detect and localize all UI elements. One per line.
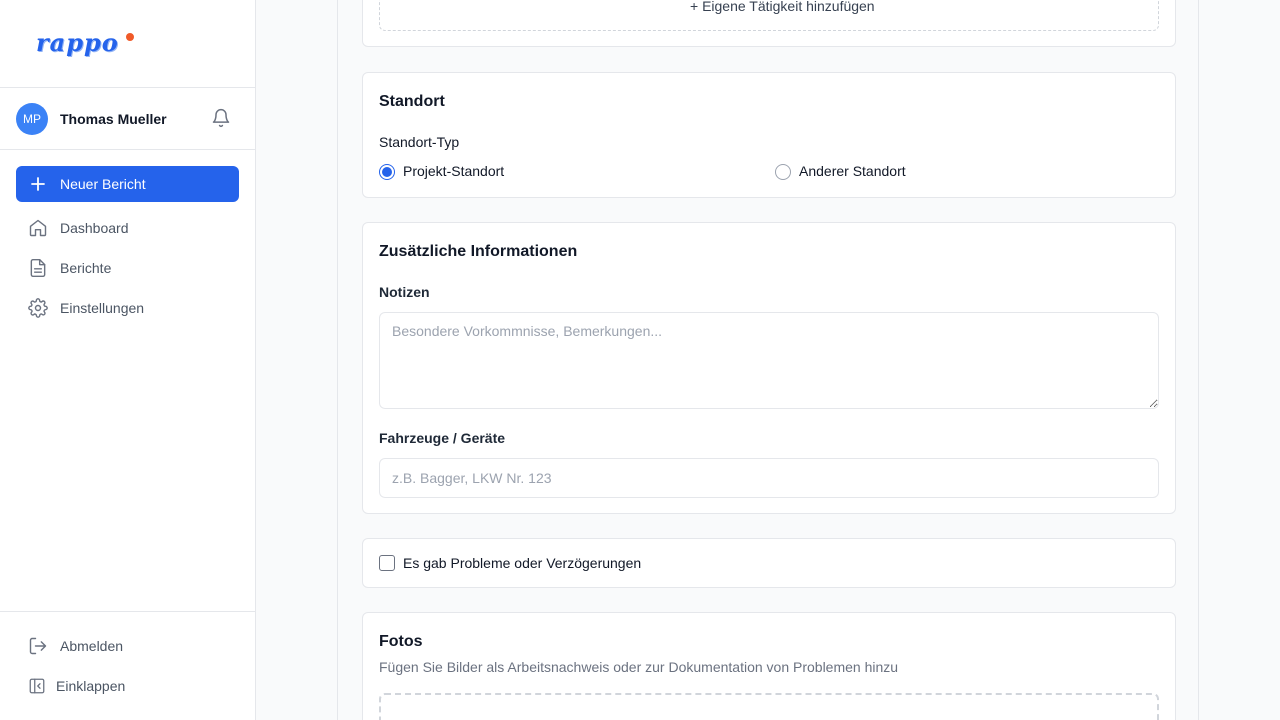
vehicles-input[interactable] <box>379 458 1159 498</box>
sidebar-item-dashboard[interactable]: Dashboard <box>28 216 129 240</box>
radio-other-location[interactable] <box>775 164 791 180</box>
add-custom-activity-label: + Eigene Tätigkeit hinzufügen <box>690 0 875 14</box>
sidebar-bottom <box>0 611 255 720</box>
problems-card: Es gab Probleme oder Verzögerungen <box>362 538 1176 588</box>
sidebar-item-label: Berichte <box>60 260 112 276</box>
logout-label: Abmelden <box>60 638 124 654</box>
collapse-icon <box>29 678 45 694</box>
user-profile: MP Thomas Mueller <box>0 88 255 150</box>
logout-icon <box>29 637 47 655</box>
notes-textarea[interactable] <box>379 312 1159 409</box>
sidebar-item-settings[interactable]: Einstellungen <box>28 296 144 320</box>
photos-title: Fotos <box>379 633 423 650</box>
vehicles-label: Fahrzeuge / Geräte <box>379 430 506 446</box>
add-custom-activity-button[interactable]: + Eigene Tätigkeit hinzufügen <box>379 0 1159 31</box>
user-name: Thomas Mueller <box>60 110 167 127</box>
bell-icon[interactable] <box>211 108 231 128</box>
brand-logo-dot <box>126 33 134 41</box>
problems-label[interactable]: Es gab Probleme oder Verzögerungen <box>403 555 641 571</box>
photos-description: Fügen Sie Bilder als Arbeitsnachweis ode… <box>379 659 899 675</box>
notes-label: Notizen <box>379 284 430 300</box>
brand-logo[interactable]: rappo <box>36 28 119 57</box>
home-icon <box>29 219 47 237</box>
sidebar-item-label: Einstellungen <box>60 300 145 316</box>
photo-upload-dropzone[interactable] <box>379 693 1159 720</box>
avatar[interactable]: MP <box>16 102 48 135</box>
new-report-button[interactable]: Neuer Bericht <box>16 166 239 202</box>
collapse-label: Einklappen <box>56 678 126 694</box>
collapse-button[interactable]: Einklappen <box>28 674 125 698</box>
location-card: Standort Standort-Typ Projekt-Standort A… <box>362 72 1176 198</box>
photos-card: Fotos Fügen Sie Bilder als Arbeitsnachwe… <box>362 612 1176 720</box>
plus-icon <box>31 177 45 191</box>
location-type-label: Standort-Typ <box>379 134 460 150</box>
sidebar-item-reports[interactable]: Berichte <box>28 256 111 280</box>
activities-card: + Eigene Tätigkeit hinzufügen <box>362 0 1176 47</box>
document-icon <box>30 258 46 278</box>
additional-info-card: Zusätzliche Informationen Notizen Fahrze… <box>362 222 1176 514</box>
new-report-label: Neuer Bericht <box>60 176 146 192</box>
problems-checkbox[interactable] <box>379 555 395 571</box>
sidebar: rappo MP Thomas Mueller Neuer Bericht Da… <box>0 0 256 720</box>
sidebar-item-label: Dashboard <box>60 220 129 236</box>
additional-info-title: Zusätzliche Informationen <box>379 243 578 260</box>
gear-icon <box>28 298 48 318</box>
logout-button[interactable]: Abmelden <box>28 634 123 658</box>
radio-project-location[interactable] <box>379 164 395 180</box>
radio-other-location-label[interactable]: Anderer Standort <box>799 163 906 179</box>
location-title: Standort <box>379 93 445 110</box>
report-form: + Eigene Tätigkeit hinzufügen Standort S… <box>337 0 1199 720</box>
radio-project-location-label[interactable]: Projekt-Standort <box>403 163 504 179</box>
logo-area: rappo <box>0 0 255 88</box>
